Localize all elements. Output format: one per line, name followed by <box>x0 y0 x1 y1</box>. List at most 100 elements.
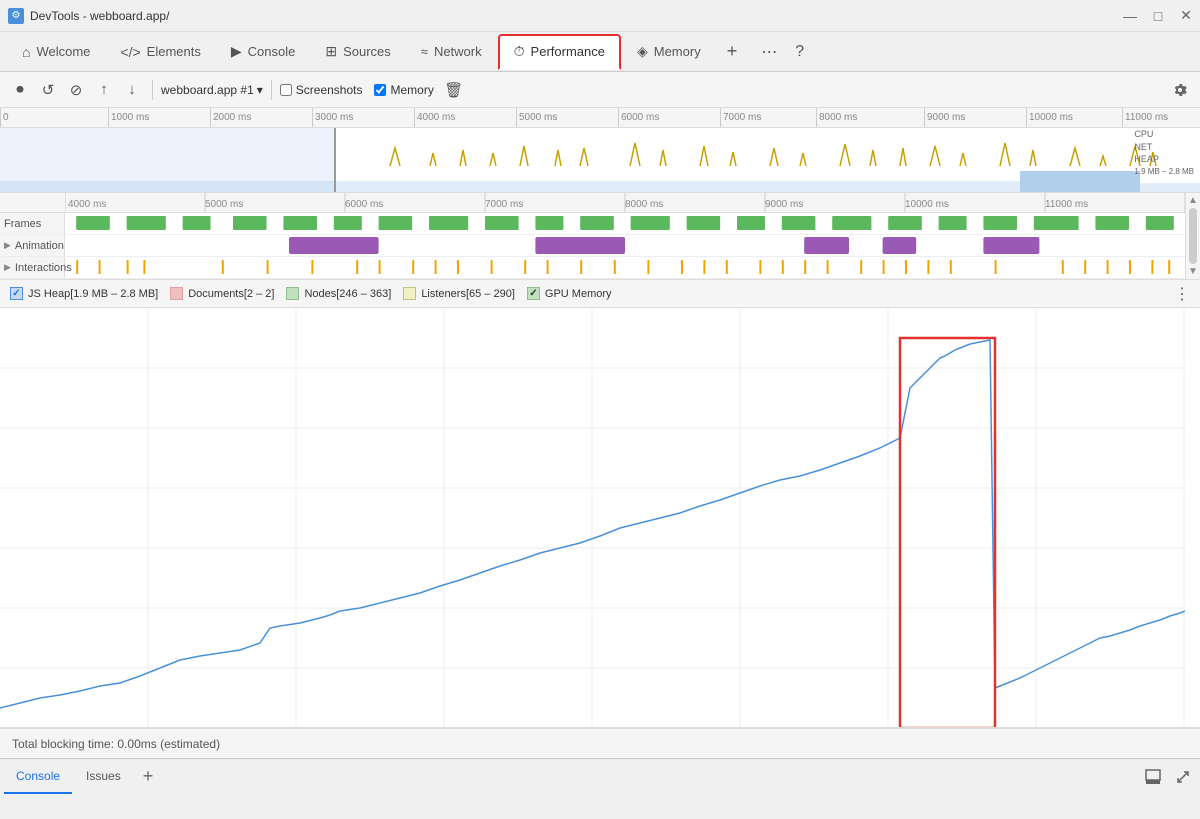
memory-checkbox[interactable] <box>374 84 386 96</box>
delete-recording-button[interactable]: 🗑 <box>442 78 466 102</box>
legend-nodes[interactable]: Nodes[246 – 363] <box>286 287 391 300</box>
legend-documents[interactable]: Documents[2 – 2] <box>170 287 274 300</box>
bottom-tab-issues-label: Issues <box>86 769 121 783</box>
tick-6000: 6000 ms <box>618 108 659 127</box>
legend-menu-button[interactable]: ⋮ <box>1174 284 1190 304</box>
js-heap-checkmark: ✓ <box>12 288 20 299</box>
status-text: Total blocking time: 0.00ms (estimated) <box>12 737 220 751</box>
reload-record-button[interactable]: ↺ <box>36 78 60 102</box>
nodes-label: Nodes[246 – 363] <box>304 288 391 300</box>
minimize-button[interactable]: — <box>1124 10 1136 22</box>
tab-console-label: Console <box>248 44 296 59</box>
legend-listeners[interactable]: Listeners[65 – 290] <box>403 287 515 300</box>
toolbar-separator-2 <box>271 80 272 100</box>
tab-elements-label: Elements <box>147 44 201 59</box>
screenshots-checkbox[interactable] <box>280 84 292 96</box>
js-heap-checkbox[interactable]: ✓ <box>10 287 23 300</box>
frames-content <box>65 213 1200 234</box>
bottom-tab-bar: Console Issues + <box>0 758 1200 794</box>
tick-3000: 3000 ms <box>312 108 353 127</box>
memory-chart-area <box>0 308 1200 728</box>
tab-bar: ⌂ Welcome </> Elements ▶ Console ⊞ Sourc… <box>0 32 1200 72</box>
elements-icon: </> <box>120 44 140 60</box>
scroll-down-icon[interactable]: ▼ <box>1188 266 1198 277</box>
expand-icon[interactable] <box>1170 764 1196 790</box>
more-tabs-button[interactable]: ⋯ <box>753 38 785 66</box>
memory-checkbox-group: Memory <box>374 83 433 97</box>
net-label: NET <box>1134 141 1194 154</box>
add-bottom-tab-button[interactable]: + <box>135 762 162 791</box>
window-title: DevTools - webboard.app/ <box>30 9 169 23</box>
svg-text:5000 ms: 5000 ms <box>205 199 243 210</box>
upload-button[interactable]: ↑ <box>92 78 116 102</box>
animation-svg <box>65 235 1185 256</box>
tab-sources-label: Sources <box>343 44 391 59</box>
nodes-checkbox[interactable] <box>286 287 299 300</box>
tab-console[interactable]: ▶ Console <box>217 34 309 70</box>
console-icon: ▶ <box>231 43 242 60</box>
clear-button[interactable]: ⊘ <box>64 78 88 102</box>
scroll-up-icon[interactable]: ▲ <box>1188 195 1198 206</box>
interactions-label: ▶ Interactions <box>0 257 65 278</box>
selection-region <box>0 128 336 193</box>
title-bar: ⚙ DevTools - webboard.app/ — □ ✕ <box>0 0 1200 32</box>
frames-label: Frames <box>0 213 65 234</box>
documents-label: Documents[2 – 2] <box>188 288 274 300</box>
overview-charts[interactable]: CPU NET HEAP 1.9 MB – 2.8 MB <box>0 128 1200 193</box>
listeners-checkbox[interactable] <box>403 287 416 300</box>
interactions-content <box>65 257 1200 278</box>
tab-memory[interactable]: ◈ Memory <box>623 34 715 70</box>
heap-range-label: 1.9 MB – 2.8 MB <box>1134 166 1194 177</box>
tab-memory-label: Memory <box>654 44 701 59</box>
screenshots-checkbox-group: Screenshots <box>280 83 363 97</box>
maximize-button[interactable]: □ <box>1152 10 1164 22</box>
tick-2000: 2000 ms <box>210 108 251 127</box>
recording-target-dropdown[interactable]: webboard.app #1 ▾ <box>161 83 263 97</box>
memory-label-toolbar: Memory <box>390 83 433 97</box>
svg-text:11000 ms: 11000 ms <box>1045 199 1088 210</box>
interactions-track: ▶ Interactions <box>0 257 1200 279</box>
download-button[interactable]: ↓ <box>120 78 144 102</box>
heap-label: HEAP <box>1134 153 1194 166</box>
tab-elements[interactable]: </> Elements <box>106 34 214 70</box>
bottom-tab-issues[interactable]: Issues <box>74 760 133 794</box>
svg-text:9000 ms: 9000 ms <box>765 199 803 210</box>
help-button[interactable]: ? <box>787 39 812 65</box>
legend-js-heap[interactable]: ✓ JS Heap[1.9 MB – 2.8 MB] <box>10 287 158 300</box>
sources-icon: ⊞ <box>325 43 337 60</box>
title-bar-left: ⚙ DevTools - webboard.app/ <box>8 8 169 24</box>
settings-button[interactable] <box>1168 78 1192 102</box>
tab-welcome-label: Welcome <box>36 44 90 59</box>
network-icon: ≈ <box>421 44 428 59</box>
record-button[interactable]: ⏺ <box>8 78 32 102</box>
tab-performance[interactable]: ⏱ Performance <box>498 34 621 70</box>
recording-target-label: webboard.app #1 <box>161 83 254 97</box>
performance-toolbar: ⏺ ↺ ⊘ ↑ ↓ webboard.app #1 ▾ Screenshots … <box>0 72 1200 108</box>
status-bar: Total blocking time: 0.00ms (estimated) <box>0 728 1200 758</box>
tab-network[interactable]: ≈ Network <box>407 34 496 70</box>
interactions-label-text: Interactions <box>15 262 72 274</box>
close-button[interactable]: ✕ <box>1180 10 1192 22</box>
bottom-tab-console[interactable]: Console <box>4 760 72 794</box>
tick-8000: 8000 ms <box>816 108 857 127</box>
memory-chart-svg <box>0 308 1185 728</box>
bottom-tab-console-label: Console <box>16 769 60 783</box>
add-tab-button[interactable]: + <box>717 37 748 66</box>
tab-sources[interactable]: ⊞ Sources <box>311 34 404 70</box>
timeline-scrollbar[interactable]: ▲ ▼ <box>1185 193 1200 279</box>
frames-label-text: Frames <box>4 218 41 230</box>
legend-gpu-memory[interactable]: ✓ GPU Memory <box>527 287 612 300</box>
listeners-label: Listeners[65 – 290] <box>421 288 515 300</box>
performance-icon: ⏱ <box>514 43 525 60</box>
gpu-memory-checkbox[interactable]: ✓ <box>527 287 540 300</box>
toolbar-separator-1 <box>152 80 153 100</box>
svg-text:4000 ms: 4000 ms <box>68 199 106 210</box>
tick-9000: 9000 ms <box>924 108 965 127</box>
svg-text:7000 ms: 7000 ms <box>485 199 523 210</box>
documents-checkbox[interactable] <box>170 287 183 300</box>
dock-icon[interactable] <box>1140 764 1166 790</box>
tick-7000: 7000 ms <box>720 108 761 127</box>
tab-welcome[interactable]: ⌂ Welcome <box>8 34 104 70</box>
dropdown-arrow-icon: ▾ <box>257 83 263 97</box>
overview-right-labels: CPU NET HEAP 1.9 MB – 2.8 MB <box>1134 128 1194 177</box>
